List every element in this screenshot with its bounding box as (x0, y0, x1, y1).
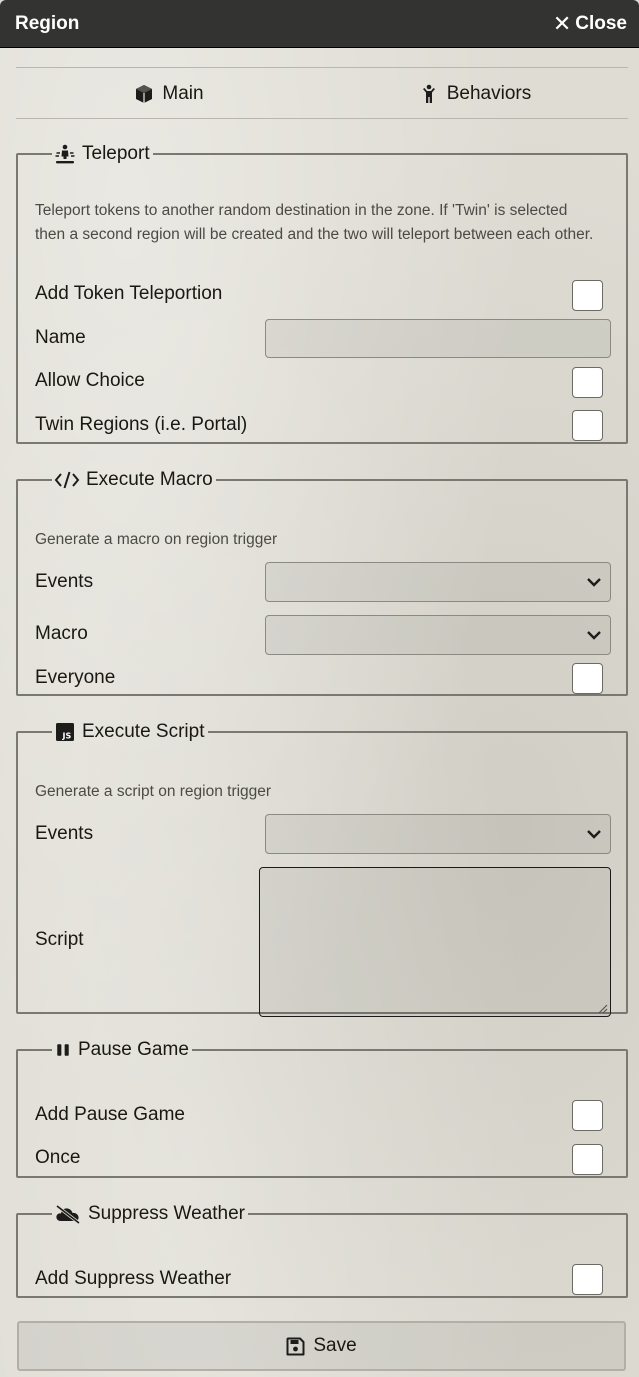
save-button[interactable]: Save (17, 1321, 626, 1371)
tabs-divider-bottom (16, 118, 628, 119)
teleport-name-label: Name (35, 327, 86, 348)
once-label: Once (35, 1147, 81, 1168)
everyone-checkbox[interactable] (572, 663, 603, 694)
teleport-legend-label: Teleport (82, 143, 150, 164)
pause-icon (57, 1044, 69, 1056)
resize-grip-icon[interactable] (596, 1002, 608, 1014)
teleport-legend: Teleport (52, 143, 153, 165)
suppress-weather-fieldset: Suppress Weather Add Suppress Weather (16, 1203, 628, 1298)
close-icon: ✕ (552, 10, 572, 36)
macro-select[interactable] (265, 615, 611, 655)
allow-choice-label: Allow Choice (35, 370, 145, 391)
execute-script-description: Generate a script on region trigger (35, 783, 272, 800)
tab-behaviors[interactable]: Behaviors (322, 76, 628, 112)
region-config-window: Region ✕ Close Main Behaviors Teleport T… (0, 0, 639, 1377)
window-header[interactable]: Region ✕ Close (0, 0, 639, 48)
js-icon: JS (56, 723, 74, 741)
script-events-label: Events (35, 823, 94, 844)
teleport-name-input[interactable] (265, 319, 611, 358)
add-pause-game-checkbox[interactable] (572, 1100, 603, 1131)
execute-script-fieldset: JS Execute Script Generate a script on r… (16, 721, 628, 1017)
teleport-person-icon (55, 144, 75, 164)
pause-game-legend-label: Pause Game (78, 1039, 189, 1060)
close-button[interactable]: ✕ Close (552, 10, 627, 36)
child-icon (422, 84, 435, 103)
twin-regions-label: Twin Regions (i.e. Portal) (35, 414, 248, 435)
allow-choice-checkbox[interactable] (572, 367, 603, 398)
add-token-teleportion-checkbox[interactable] (572, 280, 603, 311)
tabs-divider-top (16, 67, 628, 68)
code-icon (54, 471, 80, 489)
chevron-down-icon (587, 830, 601, 839)
macro-label: Macro (35, 623, 88, 644)
pause-game-legend: Pause Game (52, 1039, 192, 1061)
add-suppress-weather-label: Add Suppress Weather (35, 1268, 232, 1289)
chevron-down-icon (587, 578, 601, 587)
save-label: Save (313, 1335, 357, 1356)
script-events-select[interactable] (265, 814, 611, 854)
execute-macro-description: Generate a macro on region trigger (35, 531, 278, 548)
tab-behaviors-label: Behaviors (446, 83, 532, 104)
add-suppress-weather-checkbox[interactable] (572, 1264, 603, 1295)
close-label: Close (575, 12, 627, 34)
execute-script-legend-label: Execute Script (82, 721, 205, 742)
once-checkbox[interactable] (572, 1144, 603, 1175)
tab-main[interactable]: Main (16, 76, 322, 112)
svg-text:JS: JS (62, 732, 72, 741)
suppress-weather-legend: Suppress Weather (52, 1203, 248, 1225)
cloud-slash-icon (56, 1204, 80, 1224)
floppy-disk-icon (286, 1337, 305, 1355)
execute-macro-legend: Execute Macro (52, 469, 216, 491)
add-pause-game-label: Add Pause Game (35, 1104, 185, 1125)
teleport-description: Teleport tokens to another random destin… (35, 202, 594, 243)
window-title: Region (15, 12, 80, 34)
execute-macro-legend-label: Execute Macro (86, 469, 213, 490)
macro-events-label: Events (35, 571, 94, 592)
macro-events-select[interactable] (265, 562, 611, 602)
script-label: Script (35, 929, 84, 950)
tab-main-label: Main (162, 83, 204, 104)
execute-script-legend: JS Execute Script (52, 721, 208, 743)
add-token-teleportion-label: Add Token Teleportion (35, 283, 223, 304)
execute-macro-fieldset: Execute Macro Generate a macro on region… (16, 469, 628, 696)
suppress-weather-legend-label: Suppress Weather (88, 1203, 246, 1224)
tab-bar: Main Behaviors (16, 76, 628, 112)
cube-icon (136, 85, 153, 103)
script-textarea[interactable] (259, 867, 611, 1017)
everyone-label: Everyone (35, 667, 116, 688)
teleport-fieldset: Teleport Teleport tokens to another rand… (16, 143, 628, 444)
pause-game-fieldset: Pause Game Add Pause Game Once (16, 1039, 628, 1178)
twin-regions-checkbox[interactable] (572, 410, 603, 441)
chevron-down-icon (587, 631, 601, 640)
